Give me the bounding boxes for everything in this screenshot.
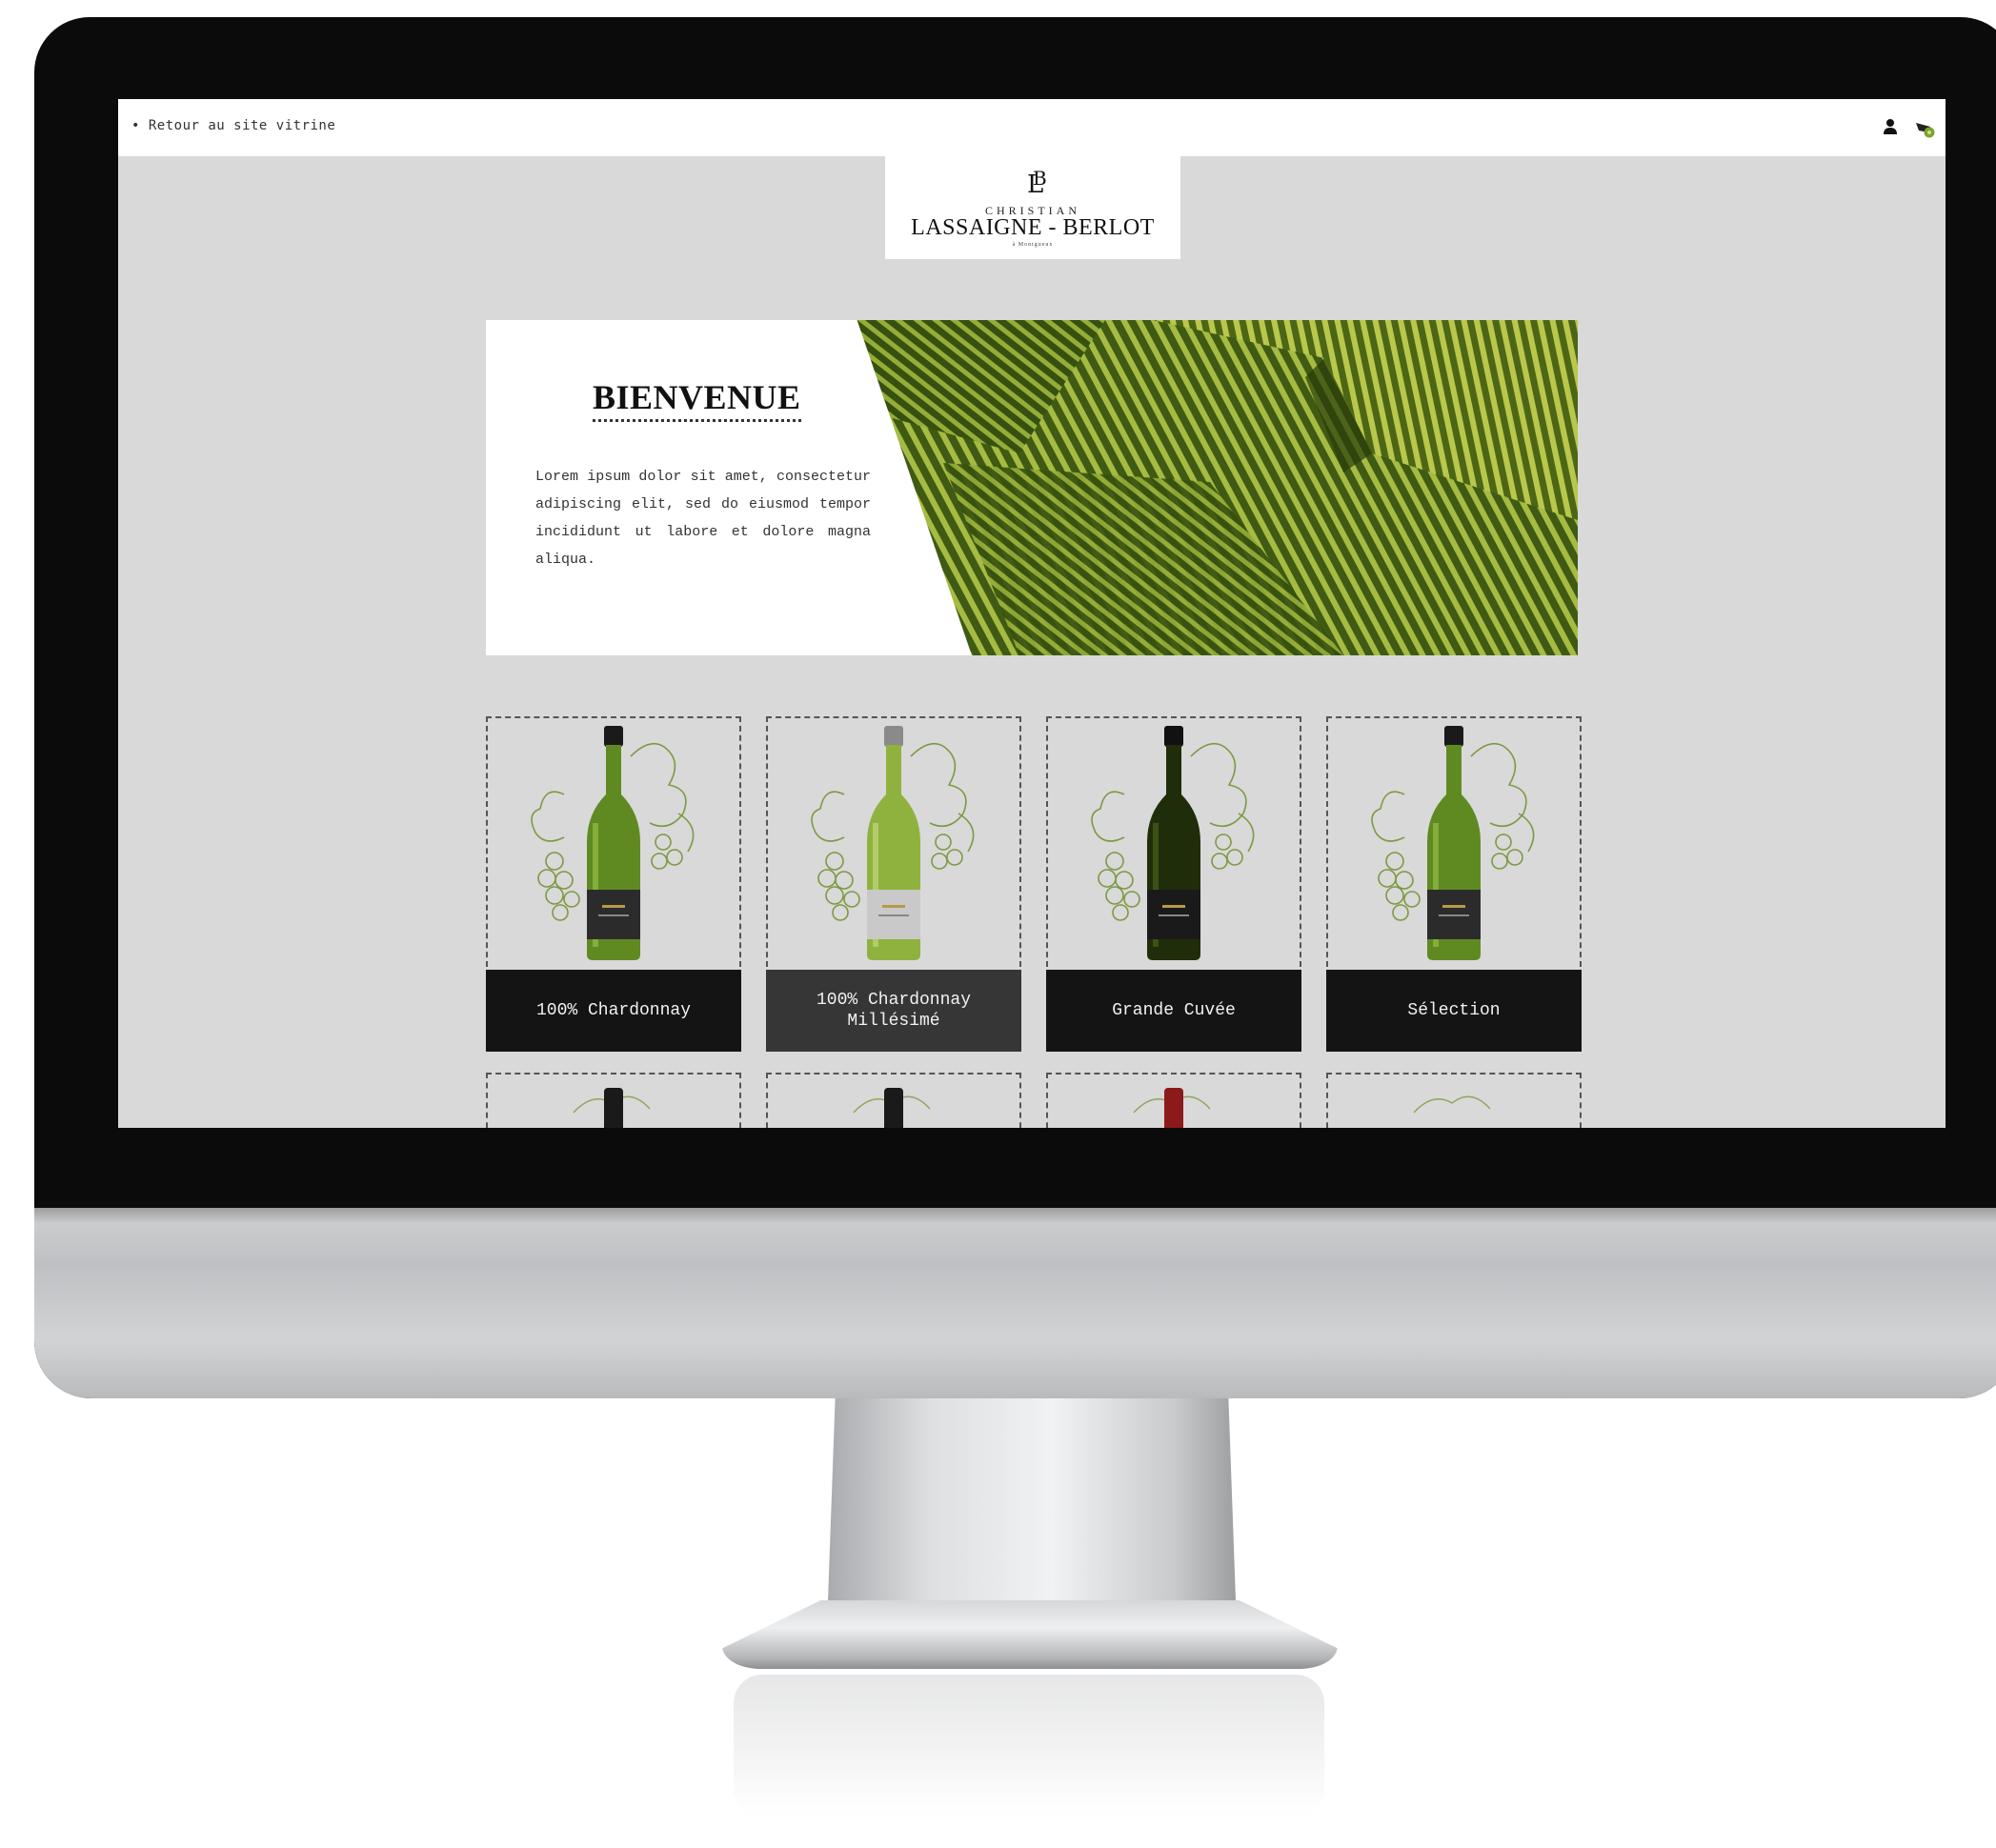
bottle-image xyxy=(853,1088,931,1128)
product-label: Grande Cuvée xyxy=(1046,970,1301,1052)
brand-logo[interactable]: L B CHRISTIAN LASSAIGNE - BERLOT à Montg… xyxy=(885,156,1180,259)
logo-name: LASSAIGNE - BERLOT xyxy=(911,215,1155,240)
bottle-image xyxy=(1133,1088,1211,1128)
back-to-showcase-link[interactable]: • Retour au site vitrine xyxy=(131,118,335,133)
product-card[interactable]: 100% Chardonnay xyxy=(486,716,741,1052)
product-card[interactable]: Grande Cuvée xyxy=(1046,716,1301,1052)
product-card[interactable]: Sélection xyxy=(1326,716,1582,1052)
bottle-image xyxy=(573,1088,651,1128)
product-card-partial[interactable] xyxy=(766,1073,1021,1128)
bottle-image xyxy=(811,726,975,960)
welcome-banner: BIENVENUE Lorem ipsum dolor sit amet, co… xyxy=(486,320,1578,655)
product-card[interactable]: 100% Chardonnay Millésimé xyxy=(766,716,1021,1052)
website-screen: • Retour au site vitrine L B CHRISTIAN L… xyxy=(118,99,1946,1128)
product-label: Sélection xyxy=(1326,970,1582,1052)
logo-tagline: à Montgueux xyxy=(1012,242,1054,248)
product-label: 100% Chardonnay xyxy=(486,970,741,1052)
stand-reflection xyxy=(734,1675,1324,1818)
welcome-text: Lorem ipsum dolor sit amet, consectetur … xyxy=(535,469,871,568)
chin-shadow xyxy=(34,1208,1996,1223)
monitor-stand-base xyxy=(722,1600,1338,1669)
bottle-image xyxy=(531,726,695,960)
svg-text:B: B xyxy=(1033,167,1047,190)
bottle-image xyxy=(1091,726,1255,960)
top-bar: • Retour au site vitrine xyxy=(118,99,1946,156)
logo-monogram: L B xyxy=(885,166,1180,204)
product-card-partial[interactable] xyxy=(486,1073,741,1128)
monitor-stand-neck xyxy=(827,1398,1237,1627)
product-card-partial[interactable] xyxy=(1326,1073,1582,1128)
product-grid: 100% Chardonnay 100% Chardonnay Millésim… xyxy=(486,716,1582,1128)
bottle-image xyxy=(1413,1095,1491,1114)
product-label: 100% Chardonnay Millésimé xyxy=(766,970,1021,1052)
monitor-chin xyxy=(34,1208,1996,1398)
welcome-title: BIENVENUE xyxy=(593,377,801,422)
bottle-image xyxy=(1371,726,1535,960)
cart-icon[interactable] xyxy=(1915,118,1936,139)
user-icon[interactable] xyxy=(1883,118,1898,135)
product-card-partial[interactable] xyxy=(1046,1073,1301,1128)
